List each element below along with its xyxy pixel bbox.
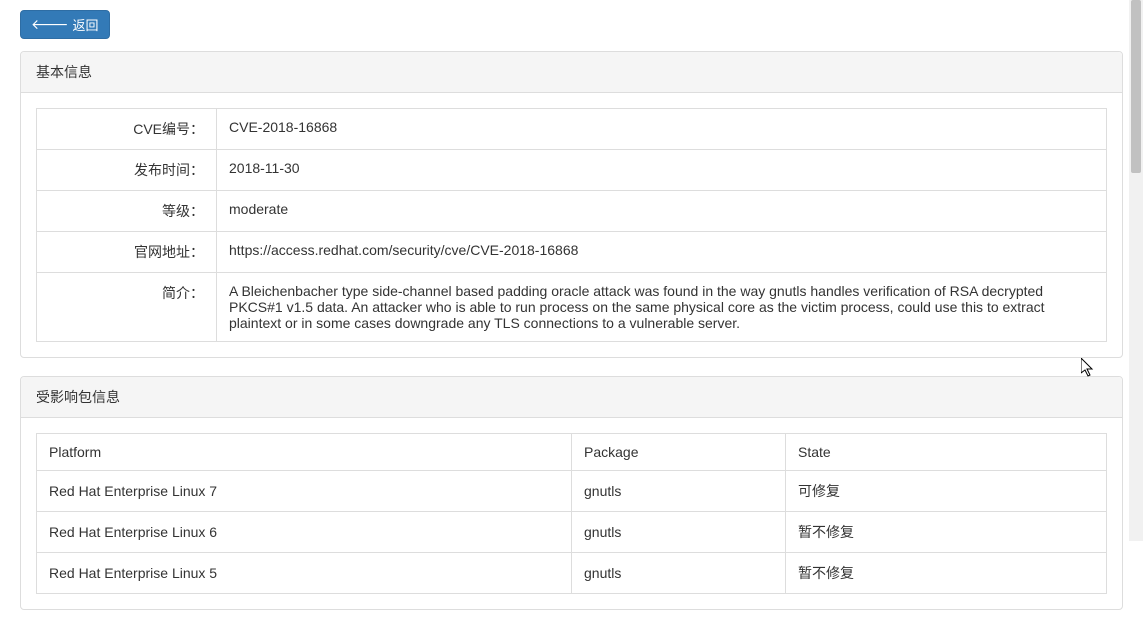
col-platform: Platform	[37, 434, 572, 471]
cell-package: gnutls	[572, 471, 786, 512]
info-value: https://access.redhat.com/security/cve/C…	[217, 232, 1107, 273]
basic-info-header: 基本信息	[21, 52, 1122, 93]
scrollbar-thumb[interactable]	[1131, 0, 1141, 173]
affected-table-header-row: Platform Package State	[37, 434, 1107, 471]
back-button[interactable]: 🡐 返回	[20, 10, 110, 39]
cell-platform: Red Hat Enterprise Linux 7	[37, 471, 572, 512]
basic-info-body: CVE编号： CVE-2018-16868 发布时间： 2018-11-30 等…	[21, 93, 1122, 357]
info-row-severity: 等级： moderate	[37, 191, 1107, 232]
cell-platform: Red Hat Enterprise Linux 6	[37, 512, 572, 553]
info-row-cve: CVE编号： CVE-2018-16868	[37, 109, 1107, 150]
affected-title: 受影响包信息	[36, 389, 120, 405]
scrollbar-track[interactable]	[1129, 0, 1143, 541]
affected-table: Platform Package State Red Hat Enterpris…	[36, 433, 1107, 594]
info-label: 简介：	[37, 273, 217, 342]
basic-info-table: CVE编号： CVE-2018-16868 发布时间： 2018-11-30 等…	[36, 108, 1107, 342]
affected-panel: 受影响包信息 Platform Package State Red Hat En…	[20, 376, 1123, 610]
table-row: Red Hat Enterprise Linux 5 gnutls 暂不修复	[37, 553, 1107, 594]
info-value: A Bleichenbacher type side-channel based…	[217, 273, 1107, 342]
basic-info-title: 基本信息	[36, 64, 92, 80]
cell-state: 可修复	[786, 471, 1107, 512]
info-label: 发布时间：	[37, 150, 217, 191]
info-value: CVE-2018-16868	[217, 109, 1107, 150]
basic-info-panel: 基本信息 CVE编号： CVE-2018-16868 发布时间： 2018-11…	[20, 51, 1123, 358]
arrow-left-icon: 🡐	[31, 16, 69, 33]
col-package: Package	[572, 434, 786, 471]
info-value: 2018-11-30	[217, 150, 1107, 191]
info-row-published: 发布时间： 2018-11-30	[37, 150, 1107, 191]
cell-package: gnutls	[572, 553, 786, 594]
info-row-url: 官网地址： https://access.redhat.com/security…	[37, 232, 1107, 273]
back-button-label: 返回	[73, 15, 99, 34]
cell-state: 暂不修复	[786, 553, 1107, 594]
info-label: 等级：	[37, 191, 217, 232]
table-row: Red Hat Enterprise Linux 6 gnutls 暂不修复	[37, 512, 1107, 553]
info-value: moderate	[217, 191, 1107, 232]
info-row-summary: 简介： A Bleichenbacher type side-channel b…	[37, 273, 1107, 342]
info-label: CVE编号：	[37, 109, 217, 150]
cell-platform: Red Hat Enterprise Linux 5	[37, 553, 572, 594]
info-label: 官网地址：	[37, 232, 217, 273]
cell-state: 暂不修复	[786, 512, 1107, 553]
affected-header: 受影响包信息	[21, 377, 1122, 418]
cell-package: gnutls	[572, 512, 786, 553]
col-state: State	[786, 434, 1107, 471]
table-row: Red Hat Enterprise Linux 7 gnutls 可修复	[37, 471, 1107, 512]
affected-body: Platform Package State Red Hat Enterpris…	[21, 418, 1122, 609]
